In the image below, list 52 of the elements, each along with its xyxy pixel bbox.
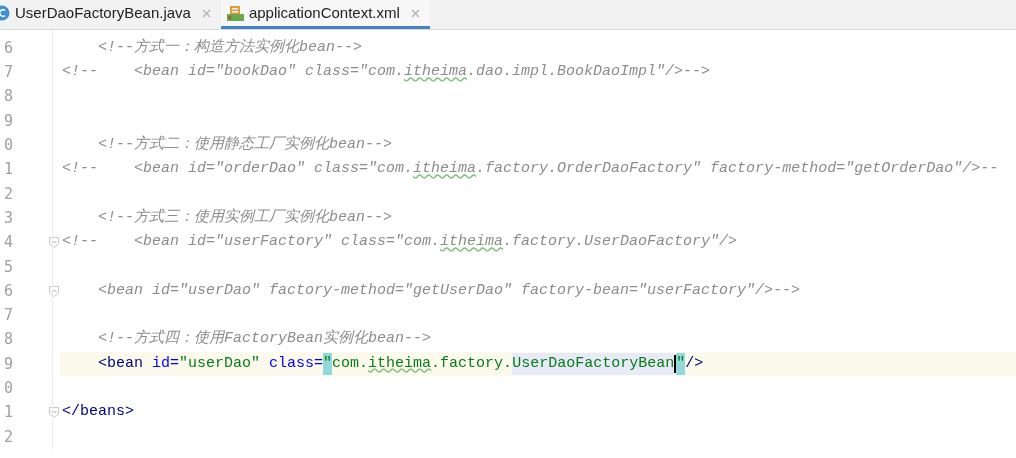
code-token: UserDaoFactoryBean (512, 352, 675, 376)
code-token: itheima (440, 232, 504, 253)
code-token: </beans> (62, 402, 134, 423)
code-token: /> (685, 353, 704, 374)
close-icon[interactable] (410, 8, 420, 18)
code-token: .factory.UserDaoFactory"/> (503, 232, 738, 253)
fold-icon[interactable] (49, 237, 59, 248)
code-token: <!--方式一：构造方法实例化bean--> (97, 37, 363, 58)
fold-icon[interactable] (49, 407, 59, 419)
line-number: 6 (2, 280, 13, 302)
fold-icon[interactable] (49, 285, 59, 297)
code-token: <!--方式三：使用实例工厂实例化bean--> (97, 207, 393, 228)
editor-tab[interactable]: applicationContext.xml (220, 0, 430, 29)
line-number: 1 (2, 402, 13, 424)
code-token: <!--方式二：使用静态工厂实例化bean--> (97, 134, 393, 156)
xml-file-icon (226, 4, 244, 22)
code-token: " (323, 352, 333, 376)
code-token: <bean id="userDao" factory-method="getUserDao" factory-bean="userFactory"/>--> (97, 280, 801, 301)
code-token: itheima (368, 353, 432, 374)
line-number: 9 (2, 353, 13, 375)
line-number: 7 (2, 62, 13, 84)
code-token: " (676, 352, 686, 376)
line-number: 2 (2, 183, 13, 205)
code-token: .dao.impl.BookDaoImpl"/>--> (467, 62, 711, 83)
code-token: .factory. (431, 353, 513, 374)
line-number: 1 (2, 159, 13, 181)
line-number: 5 (2, 256, 13, 278)
editor-tab[interactable]: UserDaoFactoryBean.java (0, 0, 221, 29)
class-icon (0, 5, 10, 21)
code-token: "userDao" (179, 353, 261, 374)
line-number: 8 (2, 86, 13, 108)
code-token: com. (332, 353, 369, 374)
code-token: <bean (97, 353, 143, 374)
code-token: <!--方式四：使用FactoryBean实例化bean--> (97, 328, 432, 350)
code-token: <!-- <bean id="userFactory" class="com. (62, 232, 441, 253)
line-number: 2 (2, 426, 13, 448)
line-number: 9 (2, 110, 13, 132)
line-number: 6 (2, 37, 13, 59)
code-token: class= (268, 353, 324, 374)
line-number: 4 (2, 232, 13, 254)
line-number: 0 (2, 135, 13, 157)
close-icon[interactable] (201, 8, 211, 18)
code-token: itheima (404, 62, 468, 83)
line-number: 7 (2, 305, 13, 327)
code-token: .factory.OrderDaoFactory" factory-method="getOrderDao"/>-- (476, 159, 999, 180)
code-token: <!-- <bean id="orderDao" class="com. (62, 159, 414, 180)
code-token: id= (151, 353, 180, 374)
code-token: itheima (413, 159, 477, 180)
line-number: 8 (2, 329, 13, 351)
code-token: <!-- <bean id="bookDao" class="com. (62, 62, 405, 83)
line-number: 3 (2, 207, 13, 229)
line-number: 0 (2, 378, 13, 400)
